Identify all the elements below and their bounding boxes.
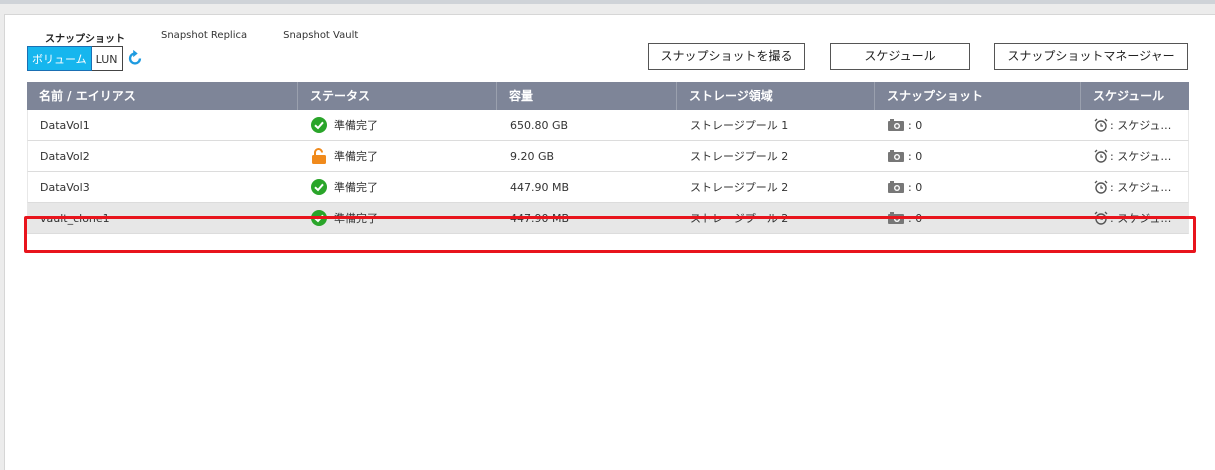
table-row[interactable]: DataVol1 準備完了 650.80 GB ストレージプール 1 : 0 :… [27,110,1189,141]
camera-icon [888,150,904,162]
status-text: 準備完了 [334,119,378,132]
tab-snapshot-vault[interactable]: Snapshot Vault [283,30,358,50]
capacity-value: 447.90 MB [510,211,570,225]
table-row[interactable]: DataVol2 準備完了 9.20 GB ストレージプール 2 : 0 : ス… [27,141,1189,172]
table-row[interactable]: DataVol3 準備完了 447.90 MB ストレージプール 2 : 0 :… [27,172,1189,203]
camera-icon [888,181,904,193]
column-header-snapshots[interactable]: スナップショット [875,82,1081,110]
capacity-value: 9.20 GB [510,149,555,163]
volume-name: DataVol3 [40,180,90,194]
alarm-clock-icon [1094,180,1108,194]
storage-pool-value: ストレージプール 2 [690,150,789,163]
capacity-value: 650.80 GB [510,118,569,132]
status-text: 準備完了 [334,212,378,225]
schedule-value: : スケジュ… [1110,212,1172,225]
volume-name: DataVol2 [40,149,90,163]
schedule-value: : スケジュ… [1110,119,1172,132]
column-header-storage[interactable]: ストレージ領域 [677,82,875,110]
camera-icon [888,119,904,131]
capacity-value: 447.90 MB [510,180,570,194]
storage-pool-value: ストレージプール 2 [690,212,789,225]
check-circle-icon [311,210,327,226]
snapshot-count: : 0 [908,149,923,163]
volume-toggle-button[interactable]: ボリューム [27,46,92,71]
alarm-clock-icon [1094,149,1108,163]
status-text: 準備完了 [334,181,378,194]
camera-icon [888,212,904,224]
unlocked-padlock-icon [312,148,326,164]
column-header-status[interactable]: ステータス [298,82,497,110]
schedule-button[interactable]: スケジュール [830,43,970,70]
column-header-name[interactable]: 名前 / エイリアス [27,82,298,110]
volume-lun-toggle: ボリューム LUN [27,46,123,71]
column-header-capacity[interactable]: 容量 [497,82,677,110]
snapshot-manager-button[interactable]: スナップショットマネージャー [994,43,1188,70]
take-snapshot-button[interactable]: スナップショットを撮る [648,43,805,70]
volume-name: DataVol1 [40,118,90,132]
refresh-icon[interactable] [126,49,144,67]
volume-table: 名前 / エイリアス ステータス 容量 ストレージ領域 スナップショット スケジ… [27,82,1189,234]
storage-pool-value: ストレージプール 2 [690,181,789,194]
alarm-clock-icon [1094,118,1108,132]
check-circle-icon [311,117,327,133]
alarm-clock-icon [1094,211,1108,225]
schedule-value: : スケジュ… [1110,181,1172,194]
snapshot-count: : 0 [908,180,923,194]
snapshot-count: : 0 [908,118,923,132]
lun-toggle-button[interactable]: LUN [91,46,123,71]
storage-pool-value: ストレージプール 1 [690,119,789,132]
check-circle-icon [311,179,327,195]
tab-snapshot-replica[interactable]: Snapshot Replica [161,30,247,50]
snapshot-count: : 0 [908,211,923,225]
window-top-bar [0,0,1215,4]
volume-name: vault_clone1 [40,211,110,225]
schedule-value: : スケジュ… [1110,150,1172,163]
table-row-selected[interactable]: vault_clone1 準備完了 447.90 MB ストレージプール 2 :… [27,203,1189,234]
status-text: 準備完了 [334,150,378,163]
table-header: 名前 / エイリアス ステータス 容量 ストレージ領域 スナップショット スケジ… [27,82,1189,110]
column-header-schedule[interactable]: スケジュール [1081,82,1187,110]
